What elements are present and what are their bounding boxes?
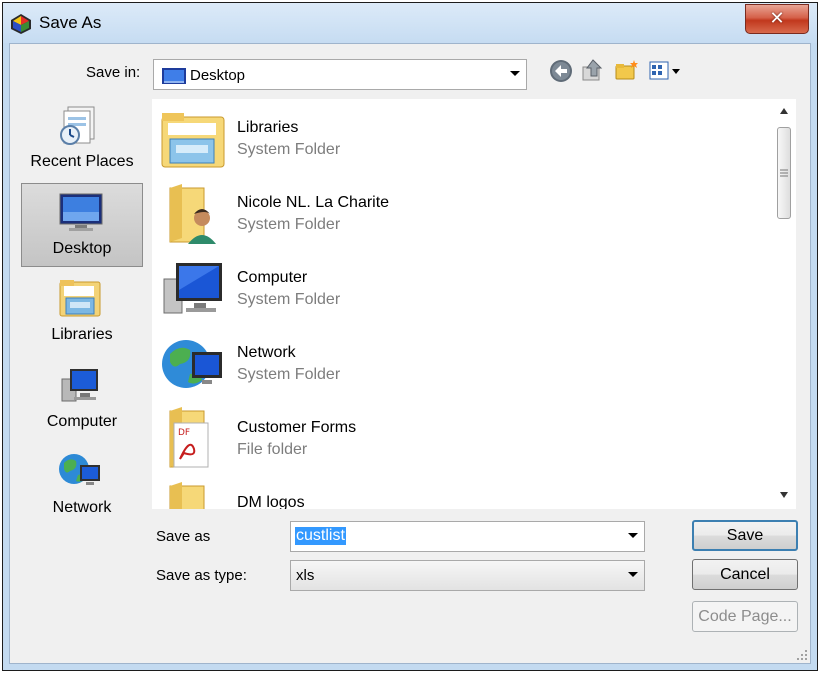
list-item[interactable]: Network System Folder xyxy=(152,332,752,407)
back-icon[interactable] xyxy=(548,58,574,84)
resize-grip-icon[interactable] xyxy=(796,649,808,661)
file-name: Nicole NL. La Charite xyxy=(237,194,390,211)
scroll-up-icon[interactable] xyxy=(779,107,789,115)
place-libraries[interactable]: Libraries xyxy=(21,270,143,354)
chevron-down-icon[interactable] xyxy=(628,533,638,538)
file-type: File folder xyxy=(237,441,308,458)
computer-icon xyxy=(61,369,98,402)
chevron-down-icon[interactable] xyxy=(628,572,638,577)
grip-icon xyxy=(780,169,788,177)
svg-text:DF: DF xyxy=(178,428,190,438)
place-label: Computer xyxy=(46,413,118,430)
scroll-down-icon[interactable] xyxy=(779,491,789,499)
place-desktop[interactable]: Desktop xyxy=(21,183,143,267)
list-item[interactable]: DF Customer Forms File folder xyxy=(152,407,752,482)
code-page-button[interactable]: Code Page... xyxy=(692,601,798,632)
save-in-label: Save in: xyxy=(86,64,141,81)
network-icon xyxy=(59,454,100,485)
save-button[interactable]: Save xyxy=(692,520,798,551)
computer-icon xyxy=(163,263,222,314)
title-bar[interactable]: Save As ✕ xyxy=(3,3,817,43)
save-in-combo[interactable]: Desktop xyxy=(153,59,527,90)
folder-icon xyxy=(169,482,205,509)
user-folder-icon xyxy=(169,184,216,244)
save-as-dialog: Save As ✕ Save in: Desktop Recent Places… xyxy=(2,2,818,671)
file-name: Customer Forms xyxy=(237,419,357,436)
view-menu-icon[interactable] xyxy=(648,58,686,84)
new-folder-icon[interactable] xyxy=(614,58,640,84)
app-icon xyxy=(11,14,31,34)
save-as-type-value: xls xyxy=(296,567,315,584)
file-name: Computer xyxy=(237,269,308,286)
recent-places-icon xyxy=(60,106,95,145)
close-button[interactable]: ✕ xyxy=(745,4,809,34)
file-name: Network xyxy=(237,344,296,361)
save-as-label: Save as xyxy=(156,528,211,545)
file-name: DM logos xyxy=(237,494,305,509)
network-icon xyxy=(162,340,222,388)
place-label: Libraries xyxy=(51,326,113,343)
save-as-type-select[interactable]: xls xyxy=(290,560,645,591)
place-computer[interactable]: Computer xyxy=(21,357,143,441)
libraries-folder-icon xyxy=(161,113,225,168)
place-label: Recent Places xyxy=(30,153,134,170)
dialog-body: Save in: Desktop Recent Places Desktop L… xyxy=(9,43,811,664)
file-list[interactable]: Libraries System Folder Nicole NL. La Ch… xyxy=(152,99,796,509)
cancel-button[interactable]: Cancel xyxy=(692,559,798,590)
file-type: System Folder xyxy=(237,366,341,383)
desktop-icon xyxy=(162,68,186,84)
close-icon: ✕ xyxy=(769,8,785,29)
place-label: Network xyxy=(52,499,112,516)
up-folder-icon[interactable] xyxy=(580,58,606,84)
pdf-folder-icon: DF xyxy=(169,407,209,468)
dialog-title: Save As xyxy=(39,13,102,32)
save-as-input[interactable]: custlist xyxy=(290,521,645,552)
place-recent-places[interactable]: Recent Places xyxy=(21,97,143,181)
list-item[interactable]: Nicole NL. La Charite System Folder xyxy=(152,182,752,257)
list-item[interactable]: DM logos xyxy=(152,482,752,509)
place-label: Desktop xyxy=(52,240,112,257)
libraries-icon xyxy=(59,280,101,317)
file-type: System Folder xyxy=(237,291,341,308)
desktop-icon xyxy=(59,193,103,231)
file-type: System Folder xyxy=(237,141,341,158)
chevron-down-icon[interactable] xyxy=(510,71,520,76)
scrollbar-thumb[interactable] xyxy=(777,127,791,219)
list-item[interactable]: Libraries System Folder xyxy=(152,107,752,182)
file-name: Libraries xyxy=(237,119,299,136)
list-item[interactable]: Computer System Folder xyxy=(152,257,752,332)
file-type: System Folder xyxy=(237,216,341,233)
place-network[interactable]: Network xyxy=(21,443,143,527)
save-as-value[interactable]: custlist xyxy=(295,527,346,545)
save-in-value: Desktop xyxy=(190,67,246,84)
file-list-scrollbar[interactable] xyxy=(774,99,794,509)
places-bar: Recent Places Desktop Libraries Computer… xyxy=(21,97,145,587)
save-as-type-label: Save as type: xyxy=(156,567,247,584)
